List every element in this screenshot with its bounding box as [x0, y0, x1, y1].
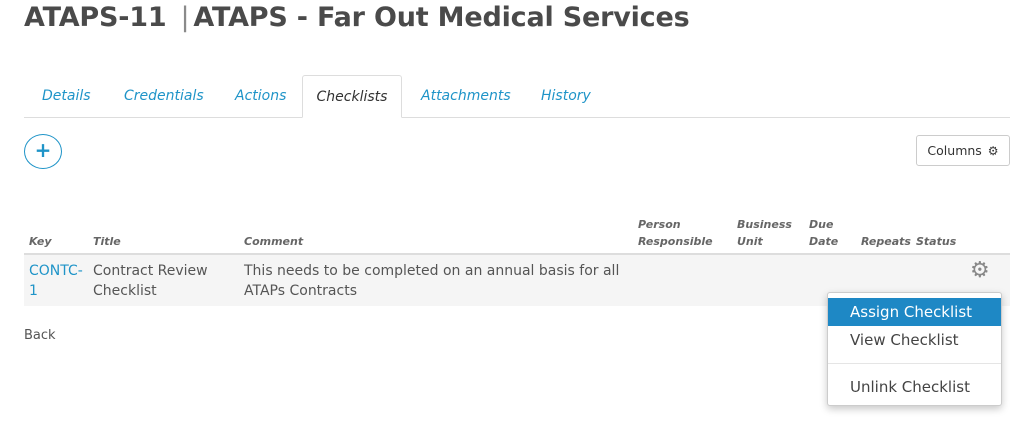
column-header-due-line2: Date: [809, 235, 839, 248]
record-id: ATAPS-11: [24, 2, 167, 33]
column-header-unit-line1: Business: [737, 218, 792, 231]
column-header-due-line1: Due: [809, 218, 834, 231]
gear-icon: ⚙: [987, 144, 999, 158]
tab-credentials[interactable]: Credentials: [106, 75, 222, 118]
menu-item-assign-checklist[interactable]: Assign Checklist: [828, 298, 1001, 326]
tab-bar: Details Credentials Actions Checklists A…: [24, 75, 1010, 118]
checklist-key-link[interactable]: CONTC- 1: [29, 261, 83, 301]
tab-attachments[interactable]: Attachments: [403, 75, 529, 118]
row-actions-menu: Assign Checklist View Checklist Unlink C…: [827, 292, 1002, 406]
column-header-key[interactable]: Key: [29, 233, 52, 250]
menu-item-unlink-checklist[interactable]: Unlink Checklist: [828, 373, 1001, 401]
back-link[interactable]: Back: [24, 328, 56, 343]
add-checklist-button[interactable]: +: [24, 134, 62, 169]
page-title: ATAPS-11 | ATAPS - Far Out Medical Service…: [24, 2, 690, 33]
tab-checklists[interactable]: Checklists: [302, 75, 402, 118]
record-name: ATAPS - Far Out Medical Services: [193, 2, 690, 33]
title-line1: Contract Review: [93, 263, 208, 279]
columns-button-label: Columns: [927, 143, 982, 158]
key-line2: 1: [29, 283, 38, 299]
checklist-title: Contract Review Checklist: [93, 261, 208, 301]
column-header-repeats[interactable]: Repeats: [861, 233, 911, 250]
menu-item-view-checklist[interactable]: View Checklist: [828, 326, 1001, 354]
column-header-comment[interactable]: Comment: [244, 233, 303, 250]
title-line2: Checklist: [93, 283, 157, 299]
menu-divider: [828, 363, 1001, 364]
column-header-business-unit[interactable]: Business Unit: [737, 216, 792, 250]
comment-line1: This needs to be completed on an annual …: [244, 263, 620, 279]
checklist-comment: This needs to be completed on an annual …: [244, 261, 619, 301]
comment-line2: ATAPs Contracts: [244, 283, 357, 299]
column-header-person-line1: Person: [638, 218, 681, 231]
column-header-status[interactable]: Status: [916, 233, 956, 250]
tab-history[interactable]: History: [523, 75, 609, 118]
column-header-unit-line2: Unit: [737, 235, 763, 248]
tab-details[interactable]: Details: [24, 75, 109, 118]
column-header-due-date[interactable]: Due Date: [809, 216, 838, 250]
plus-icon: +: [34, 138, 52, 162]
tab-actions[interactable]: Actions: [217, 75, 304, 118]
column-header-person-responsible[interactable]: Person Responsible: [638, 216, 713, 250]
column-header-title[interactable]: Title: [93, 233, 121, 250]
column-header-person-line2: Responsible: [638, 235, 713, 248]
columns-button[interactable]: Columns ⚙: [916, 135, 1010, 166]
row-actions-gear-icon[interactable]: ⚙: [970, 258, 990, 284]
title-separator: |: [180, 2, 190, 33]
key-line1: CONTC-: [29, 263, 83, 279]
